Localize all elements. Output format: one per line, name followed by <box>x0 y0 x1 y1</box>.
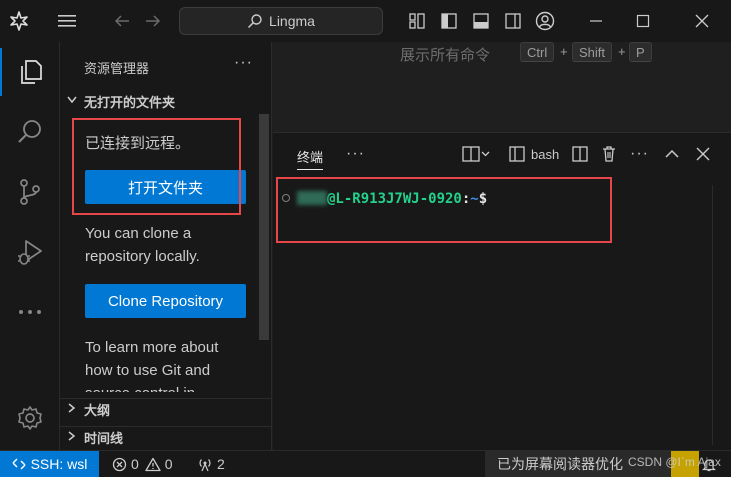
terminal-shell-selector[interactable]: bash <box>509 143 559 165</box>
remote-icon <box>12 458 26 470</box>
section-label: 无打开的文件夹 <box>84 94 176 110</box>
bell-icon[interactable] <box>702 451 716 477</box>
show-all-commands-hint: 展示所有命令 <box>400 47 491 64</box>
section-timeline[interactable]: 时间线 <box>60 426 271 448</box>
search-icon[interactable] <box>0 108 60 156</box>
run-debug-icon[interactable] <box>0 228 60 276</box>
sidebar-more-actions[interactable]: ··· <box>234 54 253 72</box>
terminal-scrollbar[interactable] <box>712 185 726 445</box>
key-p: P <box>629 42 652 62</box>
shell-label: bash <box>531 146 560 162</box>
explorer-sidebar: 资源管理器 ··· 无打开的文件夹 已连接到远程。 打开文件夹 You can … <box>60 42 272 450</box>
key-plus: + <box>560 44 568 59</box>
toggle-secondary-sidebar-icon[interactable] <box>500 8 526 34</box>
problems-indicator[interactable]: 0 0 <box>112 451 173 477</box>
maximize-icon[interactable] <box>630 8 656 34</box>
editor-area: 展示所有命令 Ctrl + Shift + P <box>273 42 731 132</box>
key-shift: Shift <box>572 42 613 62</box>
settings-gear-icon[interactable] <box>0 394 60 442</box>
minimize-icon[interactable] <box>583 8 609 34</box>
chevron-down-icon <box>60 95 84 107</box>
split-terminal-icon[interactable] <box>571 143 589 165</box>
chevron-right-icon <box>60 403 84 416</box>
toggle-primary-sidebar-icon[interactable] <box>436 8 462 34</box>
terminal-panel: 终端 ··· bash ··· @L-R913J7WJ-0920:~$ <box>273 132 731 450</box>
chevron-right-icon <box>60 431 84 444</box>
clone-repository-button[interactable]: Clone Repository <box>85 284 246 318</box>
warning-count: 0 <box>164 456 173 472</box>
panel-more-actions[interactable]: ··· <box>630 143 649 165</box>
title-bar: Lingma <box>0 0 731 42</box>
command-center-search[interactable]: Lingma <box>179 7 383 35</box>
section-no-folder[interactable]: 无打开的文件夹 <box>60 90 271 112</box>
layout-split-icon[interactable] <box>462 143 490 165</box>
sidebar-scrollbar[interactable] <box>259 114 269 340</box>
forward-arrow-icon[interactable] <box>140 8 166 34</box>
section-outline[interactable]: 大纲 <box>60 398 271 420</box>
remote-indicator[interactable]: SSH: wsl <box>0 451 99 477</box>
menu-icon[interactable] <box>54 8 80 34</box>
error-count: 0 <box>131 456 139 472</box>
ports-indicator[interactable]: 2 <box>197 451 225 477</box>
more-icon[interactable] <box>0 288 60 336</box>
chevron-up-icon[interactable] <box>664 143 680 165</box>
highlight-box <box>72 118 241 215</box>
highlight-box <box>276 177 612 243</box>
back-arrow-icon[interactable] <box>109 8 135 34</box>
ports-count: 2 <box>217 456 225 472</box>
customize-layout-icon[interactable] <box>404 8 430 34</box>
search-icon <box>248 14 262 29</box>
learn-more-text: To learn more about how to use Git and s… <box>85 339 219 392</box>
source-control-icon[interactable] <box>0 168 60 216</box>
tab-terminal[interactable]: 终端 <box>297 147 324 170</box>
toggle-panel-icon[interactable] <box>468 8 494 34</box>
broadcast-icon <box>199 458 211 471</box>
section-label: 时间线 <box>84 431 124 446</box>
error-icon <box>112 457 127 471</box>
sidebar-title: 资源管理器 <box>84 61 150 76</box>
account-icon[interactable] <box>532 8 558 34</box>
explorer-icon[interactable] <box>0 48 60 96</box>
activity-bar <box>0 42 60 450</box>
key-ctrl: Ctrl <box>520 42 555 62</box>
clone-text: You can clone a repository locally. <box>85 225 200 265</box>
key-plus: + <box>618 44 626 59</box>
status-bar: SSH: wsl 0 0 2 已为屏幕阅读器优化 CSDN @I`m Ajax <box>0 450 731 477</box>
vscode-logo-icon <box>6 8 32 34</box>
terminal-split-icon <box>509 146 525 162</box>
trash-icon[interactable] <box>600 143 618 165</box>
panel-more-tabs[interactable]: ··· <box>346 143 365 165</box>
close-panel-icon[interactable] <box>696 143 710 165</box>
search-label: Lingma <box>269 13 315 29</box>
section-label: 大纲 <box>84 403 111 418</box>
warning-icon <box>145 457 161 471</box>
remote-label: SSH: wsl <box>30 456 88 472</box>
close-icon[interactable] <box>689 8 715 34</box>
